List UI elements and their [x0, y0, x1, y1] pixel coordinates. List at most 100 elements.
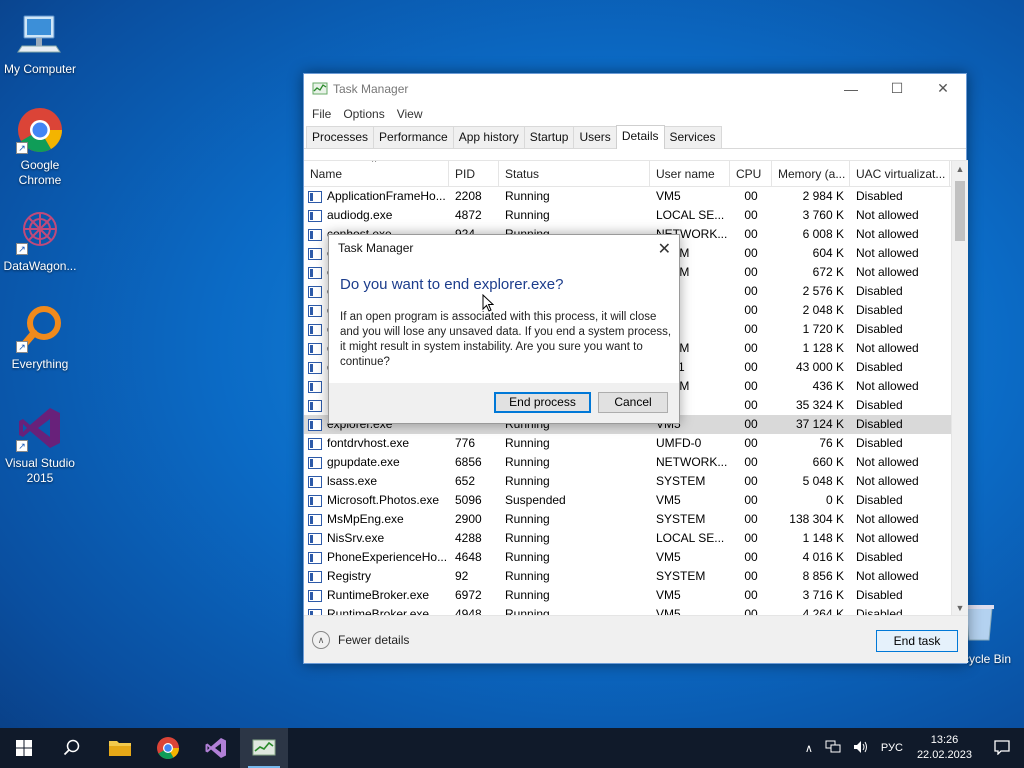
process-icon	[308, 190, 322, 203]
column-header-pid[interactable]: PID	[449, 161, 499, 187]
clock[interactable]: 13:26 22.02.2023	[909, 733, 980, 763]
menu-options[interactable]: Options	[337, 107, 390, 121]
column-header-memory[interactable]: Memory (a...	[772, 161, 850, 187]
cell-cpu-text: 00	[744, 474, 758, 488]
table-row[interactable]: MsMpEng.exe 2900 Running SYSTEM 00 138 304 K N…	[304, 510, 968, 529]
table-row[interactable]: PhoneExperienceHo... 4648 Running VM5 00 4 01…	[304, 548, 968, 567]
desktop-icon-label: Google Chrome	[18, 158, 62, 187]
tab-services[interactable]: Services	[663, 126, 722, 148]
table-row[interactable]: Microsoft.Photos.exe 5096 Suspended VM5 00 0 …	[304, 491, 968, 510]
column-header-status[interactable]: Status	[499, 161, 650, 187]
cell-memory: 43 000 K	[772, 358, 850, 377]
cell-user-name: LOCAL SE...	[650, 206, 730, 225]
maximize-button[interactable]: ☐	[874, 74, 920, 103]
cell-memory-text: 1 128 K	[802, 341, 844, 355]
cell-user-name-text: SYSTEM	[656, 474, 706, 488]
start-button[interactable]	[0, 728, 48, 768]
cell-name: lsass.exe	[304, 472, 449, 491]
tab-details[interactable]: Details	[615, 125, 665, 149]
minimize-button[interactable]: —	[828, 74, 874, 103]
cell-uac: Disabled	[850, 282, 950, 301]
cell-uac-text: Not allowed	[856, 246, 919, 260]
cell-name: gpupdate.exe	[304, 453, 449, 472]
menu-view[interactable]: View	[391, 107, 429, 121]
table-row[interactable]: ApplicationFrameHo... 2208 Running VM5 00 2 9…	[304, 187, 968, 206]
cell-status: Running	[499, 453, 650, 472]
cell-uac-text: Not allowed	[856, 379, 919, 393]
dialog-close-icon[interactable]: ✕	[658, 239, 671, 259]
column-header-cpu[interactable]: CPU	[730, 161, 772, 187]
cell-pid-text: 2208	[455, 189, 482, 203]
table-row[interactable]: audiodg.exe 4872 Running LOCAL SE... 00 3 760…	[304, 206, 968, 225]
desktop-icon-datawagon[interactable]: ↗ DataWagon...	[0, 207, 80, 274]
cell-pid: 6972	[449, 586, 499, 605]
end-process-button[interactable]: End process	[494, 392, 591, 413]
shortcut-arrow-icon: ↗	[16, 243, 28, 255]
cell-cpu: 00	[730, 320, 772, 339]
table-row[interactable]: lsass.exe 652 Running SYSTEM 00 5 048 K Not al…	[304, 472, 968, 491]
table-row[interactable]: fontdrvhost.exe 776 Running UMFD-0 00 76 K Dis…	[304, 434, 968, 453]
scroll-up-icon[interactable]: ▲	[952, 161, 968, 178]
cell-name-text: NisSrv.exe	[327, 531, 385, 545]
desktop-icon-everything[interactable]: ↗ Everything	[0, 305, 80, 372]
tab-users[interactable]: Users	[573, 126, 617, 148]
vertical-scrollbar[interactable]: ▲ ▼	[951, 161, 968, 616]
cell-cpu: 00	[730, 548, 772, 567]
language-indicator[interactable]: РУС	[875, 742, 909, 754]
cancel-button[interactable]: Cancel	[598, 392, 668, 413]
desktop-icon-google-chrome[interactable]: ↗ Google Chrome	[0, 106, 80, 188]
cell-cpu: 00	[730, 358, 772, 377]
taskbar-visual-studio[interactable]	[192, 728, 240, 768]
cell-memory: 1 148 K	[772, 529, 850, 548]
table-row[interactable]: NisSrv.exe 4288 Running LOCAL SE... 00 1 148 …	[304, 529, 968, 548]
cell-user-name: VM5	[650, 548, 730, 567]
cell-cpu-text: 00	[744, 303, 758, 317]
cell-uac: Disabled	[850, 491, 950, 510]
column-header-user-name[interactable]: User name	[650, 161, 730, 187]
cell-uac-text: Disabled	[856, 550, 903, 564]
taskbar-task-manager[interactable]	[240, 728, 288, 768]
close-button[interactable]: ✕	[920, 74, 966, 103]
desktop-icon-visual-studio[interactable]: ↗ Visual Studio 2015	[0, 404, 80, 486]
cell-memory-text: 672 K	[812, 265, 844, 279]
cell-pid: 92	[449, 567, 499, 586]
cell-uac-text: Not allowed	[856, 474, 919, 488]
network-icon[interactable]	[819, 740, 847, 757]
cell-pid: 4288	[449, 529, 499, 548]
end-task-button[interactable]: End task	[876, 630, 958, 652]
volume-icon[interactable]	[847, 740, 875, 757]
table-row[interactable]: gpupdate.exe 6856 Running NETWORK... 00 660 K…	[304, 453, 968, 472]
tab-startup[interactable]: Startup	[523, 126, 575, 148]
tab-app-history[interactable]: App history	[452, 126, 525, 148]
fewer-details-button[interactable]: ∧ Fewer details	[312, 631, 409, 649]
column-header-name[interactable]: Name	[304, 161, 449, 187]
scroll-thumb[interactable]	[955, 181, 965, 241]
taskbar-chrome[interactable]	[144, 728, 192, 768]
search-button[interactable]	[48, 728, 96, 768]
folder-icon	[109, 741, 131, 756]
process-icon	[308, 513, 322, 526]
windows-logo-icon	[16, 740, 32, 756]
action-center-button[interactable]	[980, 739, 1024, 758]
tab-processes[interactable]: Processes	[306, 126, 375, 148]
cell-uac: Not allowed	[850, 225, 950, 244]
cell-uac-text: Not allowed	[856, 512, 919, 526]
process-icon	[308, 437, 322, 450]
scroll-down-icon[interactable]: ▼	[952, 600, 968, 616]
cell-uac: Not allowed	[850, 263, 950, 282]
search-icon	[63, 739, 80, 756]
tray-chevron-up-icon[interactable]: ∧	[799, 742, 819, 755]
cell-name-text: lsass.exe	[327, 474, 378, 488]
desktop-icon-my-computer[interactable]: My Computer	[0, 10, 80, 77]
title-bar[interactable]: Task Manager — ☐ ✕	[304, 74, 966, 103]
cell-user-name-text: VM5	[656, 550, 681, 564]
table-row[interactable]: Registry 92 Running SYSTEM 00 8 856 K Not allo…	[304, 567, 968, 586]
column-header-uac[interactable]: UAC virtualizat...	[850, 161, 950, 187]
taskbar-file-explorer[interactable]	[96, 728, 144, 768]
menu-file[interactable]: File	[306, 107, 337, 121]
tab-performance[interactable]: Performance	[373, 126, 454, 148]
cell-cpu-text: 00	[744, 246, 758, 260]
cell-memory-text: 76 K	[819, 436, 844, 450]
table-row[interactable]: RuntimeBroker.exe 6972 Running VM5 00 3 716 K…	[304, 586, 968, 605]
cell-user-name-text: LOCAL SE...	[656, 531, 725, 545]
